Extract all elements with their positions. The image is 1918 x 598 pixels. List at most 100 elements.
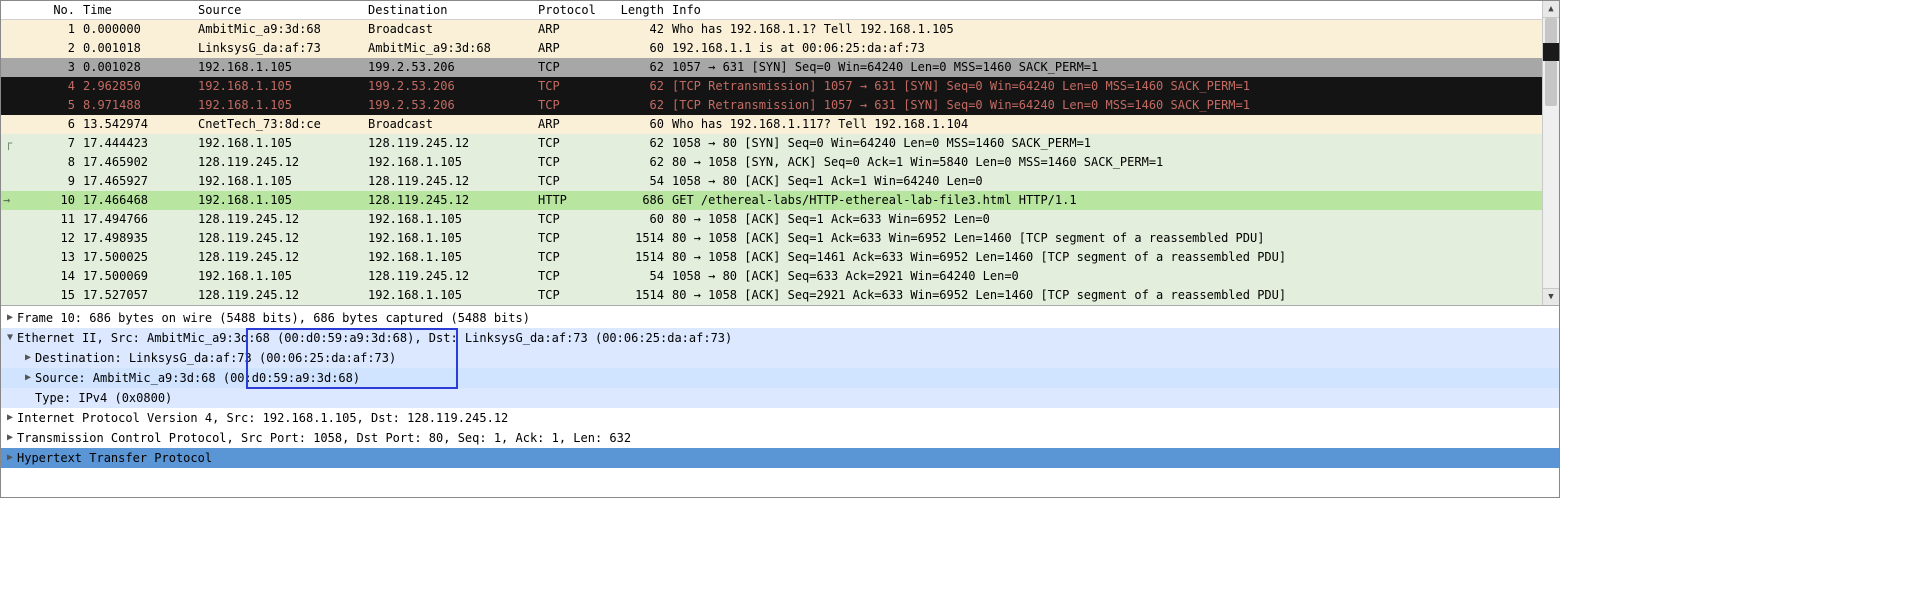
cell-info: GET /ethereal-labs/HTTP-ethereal-lab-fil… [670, 191, 1542, 210]
row-gutter [1, 20, 21, 39]
chevron-right-icon[interactable]: ▶ [3, 308, 17, 328]
bracket-icon: ┌ [5, 134, 12, 153]
tree-tcp[interactable]: ▶ Transmission Control Protocol, Src Por… [1, 428, 1559, 448]
col-header-proto[interactable]: Protocol [536, 1, 614, 19]
cell-proto: TCP [536, 96, 614, 115]
packet-list-pane: No. Time Source Destination Protocol Len… [1, 1, 1559, 306]
chevron-right-icon[interactable]: ▶ [3, 408, 17, 428]
cell-info: [TCP Retransmission] 1057 → 631 [SYN] Se… [670, 77, 1542, 96]
cell-src: 192.168.1.105 [196, 96, 366, 115]
packet-row[interactable]: 917.465927192.168.1.105128.119.245.12TCP… [1, 172, 1542, 191]
cell-no: 3 [21, 58, 81, 77]
cell-time: 0.000000 [81, 20, 196, 39]
packet-row[interactable]: 10.000000AmbitMic_a9:3d:68BroadcastARP42… [1, 20, 1542, 39]
cell-dst: 128.119.245.12 [366, 134, 536, 153]
col-header-no[interactable]: No. [21, 1, 81, 19]
wireshark-window: No. Time Source Destination Protocol Len… [0, 0, 1560, 498]
packet-row[interactable]: 1217.498935128.119.245.12192.168.1.105TC… [1, 229, 1542, 248]
row-gutter [1, 153, 21, 172]
cell-info: 80 → 1058 [ACK] Seq=1461 Ack=633 Win=695… [670, 248, 1542, 267]
tree-ip-label: Internet Protocol Version 4, Src: 192.16… [17, 408, 508, 428]
packet-list-scrollbar[interactable]: ▲ ▼ [1542, 1, 1559, 305]
chevron-right-icon[interactable]: ▶ [21, 348, 35, 368]
scroll-marker [1543, 43, 1559, 61]
cell-dst: 199.2.53.206 [366, 77, 536, 96]
cell-src: CnetTech_73:8d:ce [196, 115, 366, 134]
packet-row[interactable]: 42.962850192.168.1.105199.2.53.206TCP62[… [1, 77, 1542, 96]
chevron-right-icon[interactable]: ▶ [3, 448, 17, 468]
col-header-src[interactable]: Source [196, 1, 366, 19]
tree-ethernet[interactable]: ▼ Ethernet II, Src: AmbitMic_a9:3d:68 (0… [1, 328, 1559, 348]
row-gutter: → [1, 191, 21, 210]
row-gutter [1, 229, 21, 248]
packet-row[interactable]: 20.001018LinksysG_da:af:73AmbitMic_a9:3d… [1, 39, 1542, 58]
cell-src: 128.119.245.12 [196, 286, 366, 305]
packet-row[interactable]: 1517.527057128.119.245.12192.168.1.105TC… [1, 286, 1542, 305]
scroll-thumb[interactable] [1545, 18, 1557, 106]
packet-row[interactable]: 1317.500025128.119.245.12192.168.1.105TC… [1, 248, 1542, 267]
scroll-up-icon[interactable]: ▲ [1543, 1, 1559, 18]
col-header-dst[interactable]: Destination [366, 1, 536, 19]
cell-src: 128.119.245.12 [196, 229, 366, 248]
cell-no: 2 [21, 39, 81, 58]
cell-no: 11 [21, 210, 81, 229]
cell-dst: Broadcast [366, 20, 536, 39]
cell-no: 6 [21, 115, 81, 134]
tree-eth-src[interactable]: ▶ Source: AmbitMic_a9:3d:68 (00:d0:59:a9… [1, 368, 1559, 388]
cell-proto: ARP [536, 115, 614, 134]
row-gutter [1, 96, 21, 115]
cell-proto: TCP [536, 210, 614, 229]
cell-dst: 192.168.1.105 [366, 248, 536, 267]
row-gutter [1, 286, 21, 305]
cell-len: 62 [614, 96, 670, 115]
packet-row[interactable]: 817.465902128.119.245.12192.168.1.105TCP… [1, 153, 1542, 172]
cell-time: 0.001018 [81, 39, 196, 58]
cell-no: 4 [21, 77, 81, 96]
cell-info: 1058 → 80 [ACK] Seq=1 Ack=1 Win=64240 Le… [670, 172, 1542, 191]
chevron-down-icon[interactable]: ▼ [3, 328, 17, 348]
col-header-time[interactable]: Time [81, 1, 196, 19]
packet-list-body: No. Time Source Destination Protocol Len… [1, 1, 1542, 305]
cell-time: 17.527057 [81, 286, 196, 305]
arrow-right-icon: → [3, 191, 10, 210]
tree-frame[interactable]: ▶ Frame 10: 686 bytes on wire (5488 bits… [1, 308, 1559, 328]
cell-proto: TCP [536, 153, 614, 172]
tree-ip[interactable]: ▶ Internet Protocol Version 4, Src: 192.… [1, 408, 1559, 428]
packet-list-header[interactable]: No. Time Source Destination Protocol Len… [1, 1, 1542, 20]
cell-no: 9 [21, 172, 81, 191]
col-header-len[interactable]: Length [614, 1, 670, 19]
packet-row[interactable]: →1017.466468192.168.1.105128.119.245.12H… [1, 191, 1542, 210]
scroll-down-icon[interactable]: ▼ [1543, 288, 1559, 305]
cell-no: 14 [21, 267, 81, 286]
chevron-right-icon[interactable]: ▶ [3, 428, 17, 448]
tree-ethernet-label: Ethernet II, Src: AmbitMic_a9:3d:68 (00:… [17, 328, 732, 348]
cell-len: 54 [614, 267, 670, 286]
tree-eth-dst[interactable]: ▶ Destination: LinksysG_da:af:73 (00:06:… [1, 348, 1559, 368]
packet-row[interactable]: 1417.500069192.168.1.105128.119.245.12TC… [1, 267, 1542, 286]
cell-info: 1058 → 80 [ACK] Seq=633 Ack=2921 Win=642… [670, 267, 1542, 286]
packet-row[interactable]: 58.971488192.168.1.105199.2.53.206TCP62[… [1, 96, 1542, 115]
row-gutter [1, 115, 21, 134]
chevron-right-icon[interactable]: ▶ [21, 368, 35, 388]
packet-row[interactable]: 613.542974CnetTech_73:8d:ceBroadcastARP6… [1, 115, 1542, 134]
tree-eth-type[interactable]: Type: IPv4 (0x0800) [1, 388, 1559, 408]
packet-details-pane: ▶ Frame 10: 686 bytes on wire (5488 bits… [1, 306, 1559, 497]
packet-row[interactable]: ┌717.444423192.168.1.105128.119.245.12TC… [1, 134, 1542, 153]
packet-row[interactable]: 1117.494766128.119.245.12192.168.1.105TC… [1, 210, 1542, 229]
cell-dst: 192.168.1.105 [366, 229, 536, 248]
tree-eth-dst-label: Destination: LinksysG_da:af:73 (00:06:25… [35, 348, 396, 368]
cell-proto: ARP [536, 39, 614, 58]
cell-len: 62 [614, 134, 670, 153]
cell-dst: 128.119.245.12 [366, 191, 536, 210]
cell-len: 60 [614, 39, 670, 58]
tree-http-label: Hypertext Transfer Protocol [17, 448, 212, 468]
row-gutter [1, 58, 21, 77]
cell-info: 1058 → 80 [SYN] Seq=0 Win=64240 Len=0 MS… [670, 134, 1542, 153]
scroll-track[interactable] [1543, 18, 1559, 288]
tree-http[interactable]: ▶ Hypertext Transfer Protocol [1, 448, 1559, 468]
cell-time: 0.001028 [81, 58, 196, 77]
cell-proto: TCP [536, 286, 614, 305]
col-header-info[interactable]: Info [670, 1, 1542, 19]
packet-row[interactable]: 30.001028192.168.1.105199.2.53.206TCP621… [1, 58, 1542, 77]
row-gutter [1, 39, 21, 58]
